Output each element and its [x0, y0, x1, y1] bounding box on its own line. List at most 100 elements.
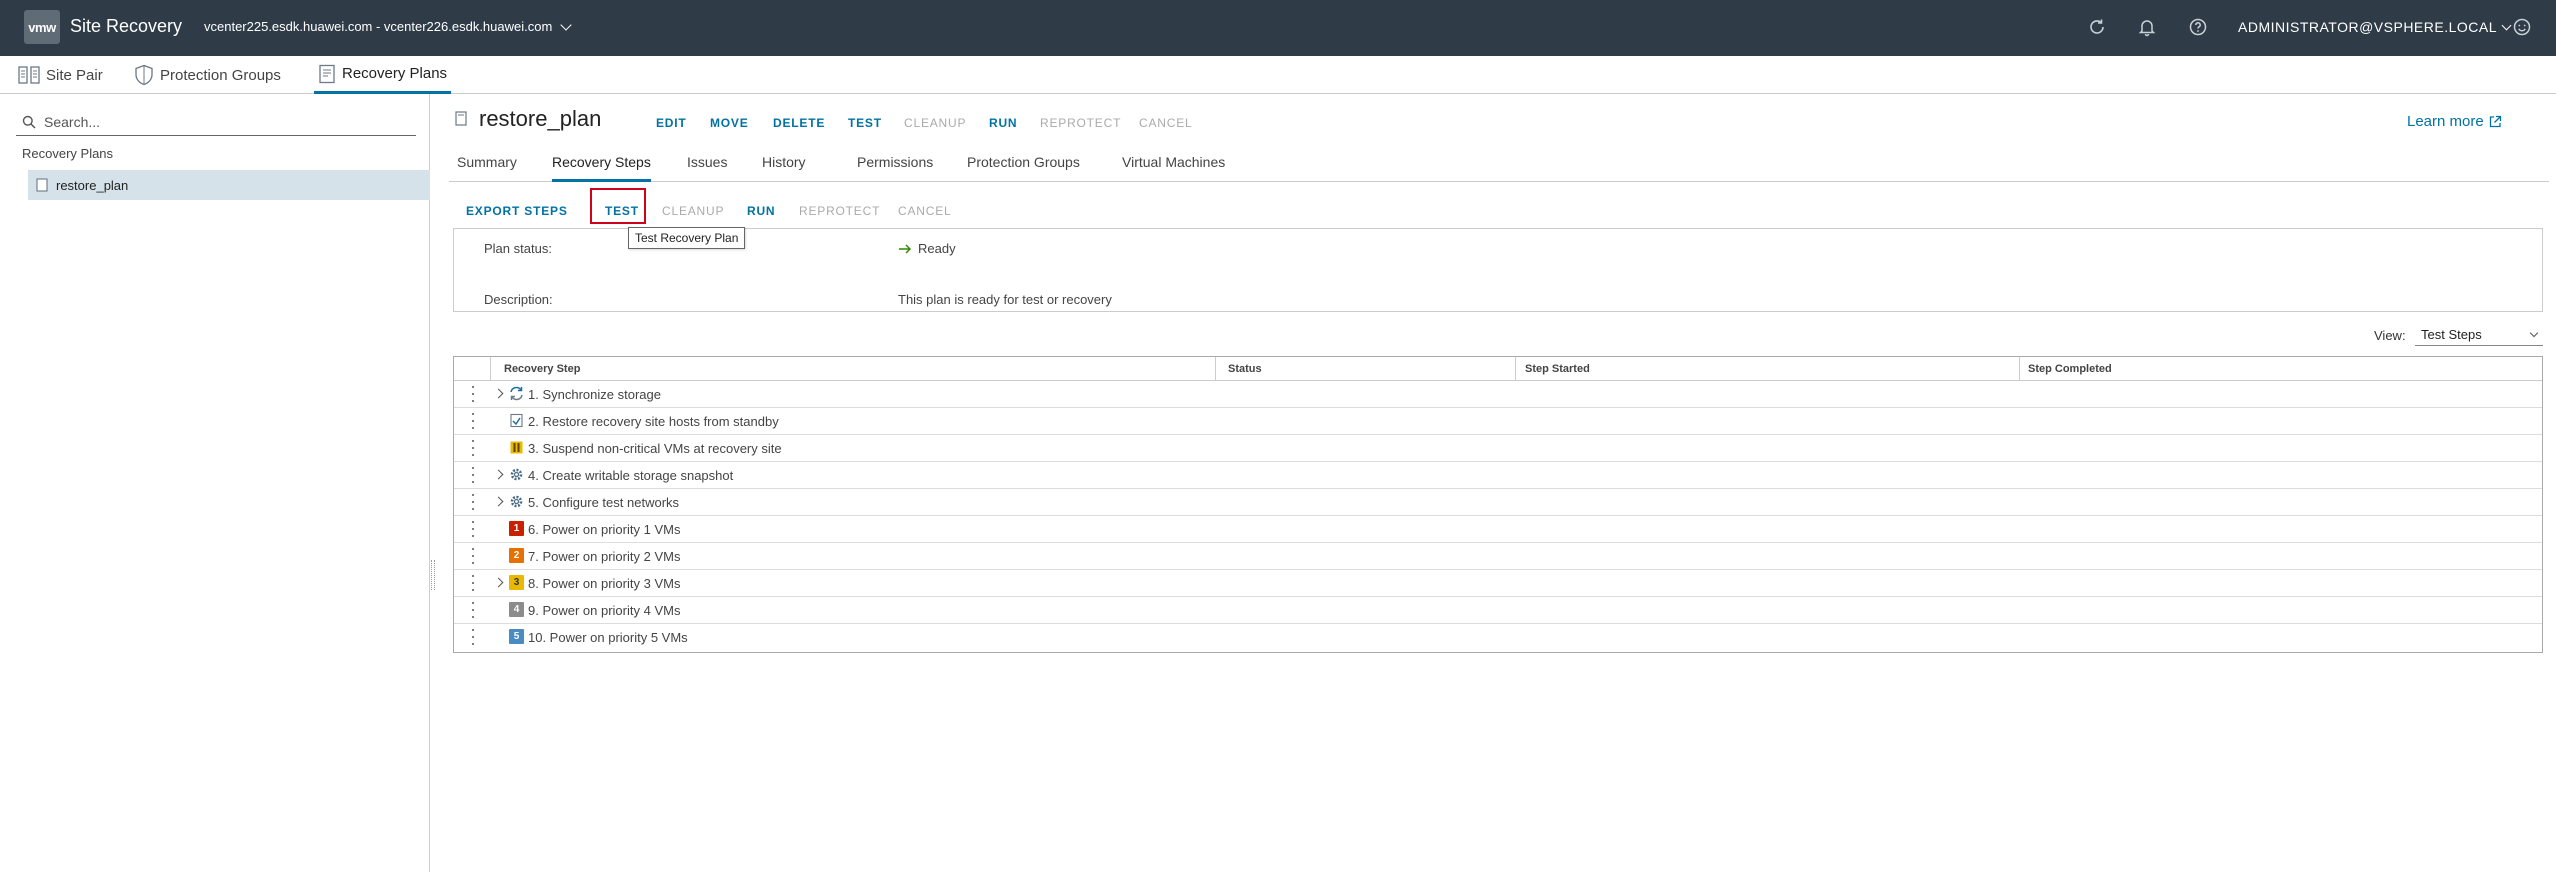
- page-title: restore_plan: [455, 106, 601, 132]
- table-row[interactable]: 3. Suspend non-critical VMs at recovery …: [454, 435, 2542, 462]
- plan-status-label: Plan status:: [484, 241, 552, 256]
- tab-summary[interactable]: Summary: [457, 154, 517, 182]
- chevron-right-icon[interactable]: [493, 577, 504, 588]
- table-row[interactable]: 4. Create writable storage snapshot: [454, 462, 2542, 489]
- shield-icon: [135, 64, 153, 86]
- priority-2-badge-icon: 2: [509, 548, 524, 563]
- step-label: 1. Synchronize storage: [528, 387, 661, 402]
- search-icon: [22, 115, 36, 129]
- test-button[interactable]: TEST: [848, 116, 882, 130]
- step-label: 7. Power on priority 2 VMs: [528, 549, 681, 564]
- help-icon[interactable]: [2187, 16, 2209, 38]
- priority-5-badge-icon: 5: [509, 629, 524, 644]
- row-actions-icon[interactable]: [471, 467, 475, 483]
- table-row[interactable]: 3 8. Power on priority 3 VMs: [454, 570, 2542, 597]
- reprotect-button[interactable]: REPROTECT: [1040, 116, 1121, 130]
- recovery-steps-grid: Recovery Step Status Step Started Step C…: [453, 356, 2543, 653]
- tab-protection-groups[interactable]: Protection Groups: [967, 154, 1080, 182]
- table-row[interactable]: 5. Configure test networks: [454, 489, 2542, 516]
- row-actions-icon[interactable]: [471, 521, 475, 537]
- run-steps-button[interactable]: RUN: [747, 204, 775, 218]
- chevron-right-icon[interactable]: [493, 388, 504, 399]
- column-separator: [490, 357, 491, 381]
- column-separator[interactable]: [1215, 357, 1216, 381]
- recovery-plan-icon: [455, 111, 467, 126]
- gear-icon: [509, 467, 524, 482]
- row-actions-icon[interactable]: [471, 413, 475, 429]
- main-content: restore_plan EDIT MOVE DELETE TEST CLEAN…: [435, 94, 2556, 872]
- cancel-button[interactable]: CANCEL: [1139, 116, 1192, 130]
- column-header-status[interactable]: Status: [1228, 363, 1262, 375]
- sync-icon: [509, 386, 524, 401]
- tab-virtual-machines[interactable]: Virtual Machines: [1122, 154, 1225, 182]
- column-header-step-started[interactable]: Step Started: [1525, 363, 1590, 375]
- row-actions-icon[interactable]: [471, 494, 475, 510]
- vmware-logo: vmw: [24, 10, 60, 44]
- step-label: 8. Power on priority 3 VMs: [528, 576, 681, 591]
- tree-item-restore-plan[interactable]: restore_plan: [28, 170, 430, 200]
- recovery-plan-icon: [319, 64, 335, 83]
- nav-tab-recovery-plans[interactable]: Recovery Plans: [314, 56, 452, 94]
- chevron-right-icon[interactable]: [493, 496, 504, 507]
- tree-item-label: restore_plan: [56, 177, 129, 193]
- export-steps-button[interactable]: EXPORT STEPS: [466, 204, 568, 218]
- step-label: 9. Power on priority 4 VMs: [528, 603, 681, 618]
- recovery-plan-icon: [36, 178, 48, 192]
- step-label: 3. Suspend non-critical VMs at recovery …: [528, 441, 782, 456]
- priority-3-badge-icon: 3: [509, 575, 524, 590]
- row-actions-icon[interactable]: [471, 602, 475, 618]
- priority-4-badge-icon: 4: [509, 602, 524, 617]
- column-header-step-completed[interactable]: Step Completed: [2028, 363, 2112, 375]
- gear-icon: [509, 494, 524, 509]
- edit-button[interactable]: EDIT: [656, 116, 687, 130]
- nav-tab-site-pair[interactable]: Site Pair: [18, 56, 103, 94]
- table-row[interactable]: 4 9. Power on priority 4 VMs: [454, 597, 2542, 624]
- reprotect-steps-button[interactable]: REPROTECT: [799, 204, 880, 218]
- bell-icon[interactable]: [2136, 16, 2158, 38]
- tab-permissions[interactable]: Permissions: [857, 154, 933, 182]
- site-pair-label: vcenter225.esdk.huawei.com - vcenter226.…: [204, 19, 553, 34]
- table-row[interactable]: 1 6. Power on priority 1 VMs: [454, 516, 2542, 543]
- external-link-icon: [2489, 115, 2501, 128]
- table-row[interactable]: 5 10. Power on priority 5 VMs: [454, 624, 2542, 651]
- table-row[interactable]: 2 7. Power on priority 2 VMs: [454, 543, 2542, 570]
- column-header-recovery-step[interactable]: Recovery Step: [504, 363, 580, 375]
- priority-1-badge-icon: 1: [509, 521, 524, 536]
- refresh-icon[interactable]: [2086, 16, 2108, 38]
- nav-tab-protection-groups[interactable]: Protection Groups: [134, 56, 281, 94]
- nav-tab-label: Recovery Plans: [342, 65, 448, 82]
- app-header: vmw Site Recovery vcenter225.esdk.huawei…: [0, 0, 2556, 56]
- nav-tab-label: Site Pair: [46, 66, 103, 84]
- host-restore-icon: [509, 413, 524, 428]
- chevron-right-icon[interactable]: [493, 469, 504, 480]
- plan-status-text: Ready: [918, 241, 956, 256]
- row-actions-icon[interactable]: [471, 386, 475, 402]
- view-select[interactable]: Test Steps: [2415, 324, 2543, 346]
- step-label: 10. Power on priority 5 VMs: [528, 630, 688, 645]
- table-row[interactable]: 1. Synchronize storage: [454, 381, 2542, 408]
- cleanup-steps-button[interactable]: CLEANUP: [662, 204, 724, 218]
- row-actions-icon[interactable]: [471, 440, 475, 456]
- search-input[interactable]: [44, 113, 404, 130]
- cancel-steps-button[interactable]: CANCEL: [898, 204, 951, 218]
- move-button[interactable]: MOVE: [710, 116, 749, 130]
- learn-more-link[interactable]: Learn more: [2407, 113, 2502, 130]
- tab-recovery-steps[interactable]: Recovery Steps: [552, 154, 651, 182]
- tab-history[interactable]: History: [762, 154, 806, 182]
- column-separator[interactable]: [1515, 357, 1516, 381]
- tab-issues[interactable]: Issues: [687, 154, 727, 182]
- chevron-down-icon: [560, 18, 572, 31]
- delete-button[interactable]: DELETE: [773, 116, 825, 130]
- row-actions-icon[interactable]: [471, 575, 475, 591]
- table-row[interactable]: 2. Restore recovery site hosts from stan…: [454, 408, 2542, 435]
- site-pair-icon: [18, 66, 40, 84]
- site-pair-selector[interactable]: vcenter225.esdk.huawei.com - vcenter226.…: [204, 18, 572, 34]
- row-actions-icon[interactable]: [471, 548, 475, 564]
- smiley-feedback-icon[interactable]: [2511, 16, 2533, 38]
- column-separator[interactable]: [2019, 357, 2020, 381]
- step-label: 5. Configure test networks: [528, 495, 680, 510]
- row-actions-icon[interactable]: [471, 629, 475, 645]
- run-button[interactable]: RUN: [989, 116, 1017, 130]
- user-menu[interactable]: Administrator@VSPHERE.LOCAL: [2238, 19, 2512, 35]
- cleanup-button[interactable]: CLEANUP: [904, 116, 966, 130]
